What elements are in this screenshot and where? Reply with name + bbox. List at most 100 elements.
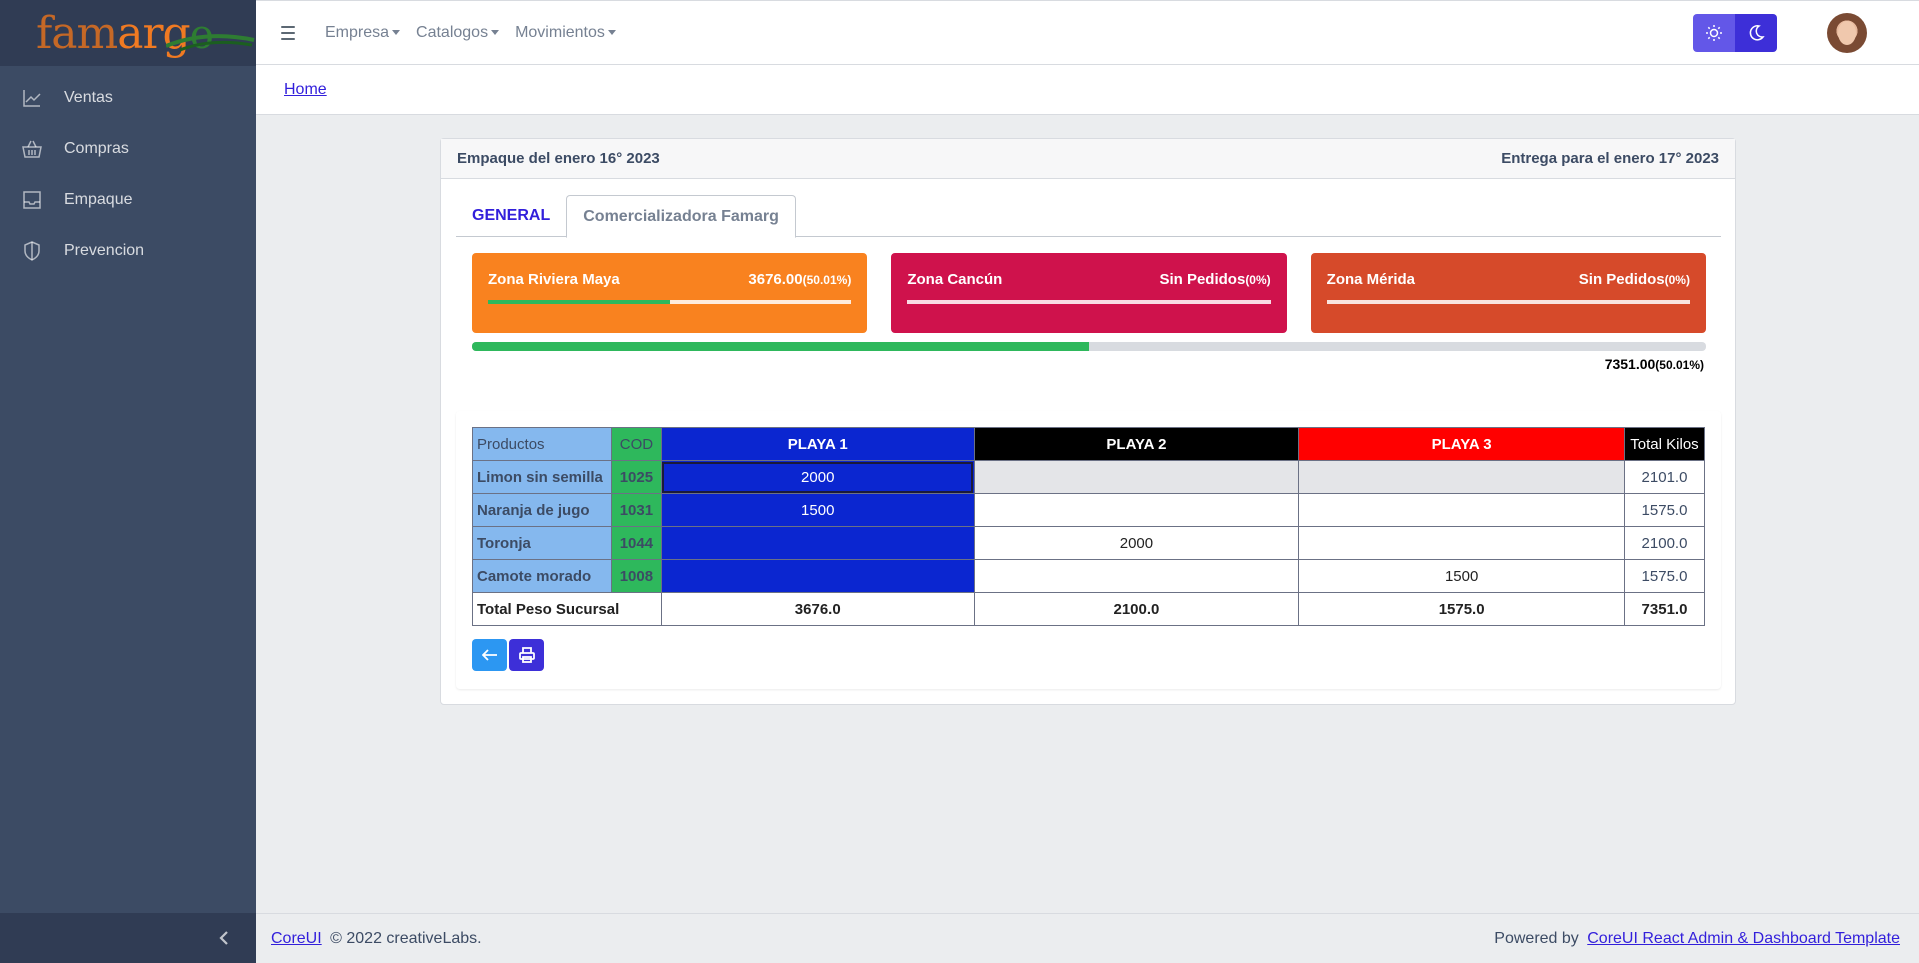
zone-card-cancun: Zona Cancún Sin Pedidos(0%)	[891, 253, 1287, 333]
menu-label: Catalogos	[416, 23, 489, 41]
caret-down-icon	[607, 30, 616, 35]
sidebar-toggler[interactable]	[0, 913, 256, 963]
printer-icon	[518, 647, 535, 663]
cell-total: 2100.0	[1623, 526, 1706, 560]
print-button[interactable]	[509, 639, 544, 671]
logo-text-fam: fam	[36, 7, 118, 59]
back-button[interactable]	[472, 639, 507, 671]
table-row: Limon sin semilla 1025 2000 2101.0	[472, 460, 1706, 494]
cell-playa-3-input[interactable]	[1298, 493, 1625, 527]
arrow-left-icon	[481, 649, 497, 661]
sidebar-item-label: Empaque	[64, 190, 133, 208]
zone-value: Sin Pedidos(0%)	[1578, 270, 1690, 288]
cell-playa-2-input[interactable]	[973, 460, 1300, 494]
zone-card-riviera-maya: Zona Riviera Maya 3676.00(50.01%)	[472, 253, 868, 333]
caret-down-icon	[392, 30, 401, 35]
sidebar-item-prevencion[interactable]: Prevencion	[0, 225, 256, 276]
cell-total: 1575.0	[1623, 493, 1706, 527]
col-playa-2: PLAYA 2	[973, 427, 1300, 461]
sidebar-item-label: Compras	[64, 139, 129, 157]
cell-playa-1-input[interactable]	[660, 526, 975, 560]
header-toolbar: Empresa Catalogos Movimientos	[256, 0, 1919, 65]
menu-label: Movimientos	[515, 23, 605, 41]
sidebar-item-label: Prevencion	[64, 241, 145, 259]
empaque-card: Empaque del enero 16° 2023 Entrega para …	[440, 138, 1736, 705]
brand[interactable]: fam arg o	[0, 0, 256, 66]
cell-playa-3-input[interactable]: 1500	[1298, 559, 1625, 593]
shield-icon	[22, 240, 42, 261]
products-panel: Productos COD PLAYA 1 PLAYA 2 PLAYA 3 To…	[456, 411, 1721, 689]
col-playa-3: PLAYA 3	[1298, 427, 1625, 461]
cell-playa-1-input[interactable]	[660, 559, 975, 593]
cell-playa-1-input[interactable]: 2000	[660, 460, 975, 494]
hamburger-menu-icon[interactable]	[281, 25, 301, 40]
cell-playa-2-input[interactable]	[973, 493, 1300, 527]
sidebar-item-empaque[interactable]: Empaque	[0, 174, 256, 225]
coreui-template-link[interactable]: CoreUI React Admin & Dashboard Template	[1587, 930, 1900, 947]
coreui-link[interactable]: CoreUI	[271, 930, 322, 947]
basket-icon	[22, 139, 42, 159]
tab-general[interactable]: GENERAL	[456, 195, 566, 237]
col-playa-1: PLAYA 1	[660, 427, 975, 461]
brand-logo: fam arg o	[36, 7, 255, 59]
powered-by-text: Powered by	[1494, 929, 1579, 947]
chevron-left-icon	[219, 931, 228, 945]
cell-total: 1575.0	[1623, 559, 1706, 593]
sun-icon	[1706, 25, 1722, 41]
tab-comercializadora-famarg[interactable]: Comercializadora Famarg	[566, 195, 796, 238]
avatar[interactable]	[1827, 13, 1867, 53]
zone-value: Sin Pedidos(0%)	[1159, 270, 1271, 288]
action-buttons	[472, 639, 544, 671]
cell-cod: 1025	[610, 460, 662, 494]
logo-swoosh-icon	[166, 33, 255, 51]
sidebar-item-compras[interactable]: Compras	[0, 123, 256, 174]
zone-cards: Zona Riviera Maya 3676.00(50.01%) Zona C…	[472, 253, 1706, 333]
footer-playa-2: 2100.0	[973, 592, 1300, 626]
menu-movimientos[interactable]: Movimientos	[507, 24, 624, 42]
total-progress	[472, 342, 1706, 351]
menu-catalogos[interactable]: Catalogos	[408, 24, 507, 42]
cell-playa-3-input[interactable]	[1298, 460, 1625, 494]
tabs: GENERAL Comercializadora Famarg	[456, 195, 1721, 238]
zone-progress-fill	[488, 300, 670, 304]
moon-icon	[1749, 25, 1765, 41]
cell-total: 2101.0	[1623, 460, 1706, 494]
sidebar-item-label: Ventas	[64, 88, 113, 106]
footer-left: CoreUI © 2022 creativeLabs.	[271, 930, 486, 948]
footer-label: Total Peso Sucursal	[472, 592, 662, 626]
cell-product: Toronja	[472, 526, 612, 560]
card-header: Empaque del enero 16° 2023 Entrega para …	[441, 139, 1735, 179]
menu-label: Empresa	[325, 23, 390, 41]
total-progress-fill	[472, 342, 1090, 351]
copyright-text: © 2022 creativeLabs.	[330, 929, 482, 947]
cell-cod: 1008	[610, 559, 662, 593]
card-title-left: Empaque del enero 16° 2023	[457, 150, 660, 167]
sidebar-item-ventas[interactable]: Ventas	[0, 72, 256, 123]
cell-playa-3-input[interactable]	[1298, 526, 1625, 560]
col-total-kilos: Total Kilos	[1623, 427, 1706, 461]
zone-progress	[907, 300, 1271, 304]
cell-product: Naranja de jugo	[472, 493, 612, 527]
menu-empresa[interactable]: Empresa	[317, 24, 408, 42]
caret-down-icon	[491, 30, 500, 35]
cell-playa-2-input[interactable]: 2000	[973, 526, 1300, 560]
cell-playa-2-input[interactable]	[973, 559, 1300, 593]
sidebar-nav: Ventas Compras Empaque Prevencion	[0, 66, 256, 276]
zone-progress	[488, 300, 852, 304]
light-theme-button[interactable]	[1693, 14, 1735, 52]
table-row: Naranja de jugo 1031 1500 1575.0	[472, 493, 1706, 527]
table-row: Camote morado 1008 1500 1575.0	[472, 559, 1706, 593]
table-row: Toronja 1044 2000 2100.0	[472, 526, 1706, 560]
zone-name: Zona Cancún	[907, 270, 1003, 288]
footer-playa-3: 1575.0	[1298, 592, 1625, 626]
zone-card-merida: Zona Mérida Sin Pedidos(0%)	[1310, 253, 1706, 333]
card-title-right: Entrega para el enero 17° 2023	[1501, 150, 1719, 167]
zone-value: 3676.00(50.01%)	[748, 270, 852, 288]
cell-playa-1-input[interactable]: 1500	[660, 493, 975, 527]
cell-product: Limon sin semilla	[472, 460, 612, 494]
total-label: 7351.00(50.01%)	[1604, 356, 1704, 372]
footer-playa-1: 3676.0	[660, 592, 975, 626]
dark-theme-button[interactable]	[1735, 14, 1777, 52]
table-header-row: Productos COD PLAYA 1 PLAYA 2 PLAYA 3 To…	[472, 427, 1706, 461]
breadcrumb-home-link[interactable]: Home	[284, 81, 327, 99]
